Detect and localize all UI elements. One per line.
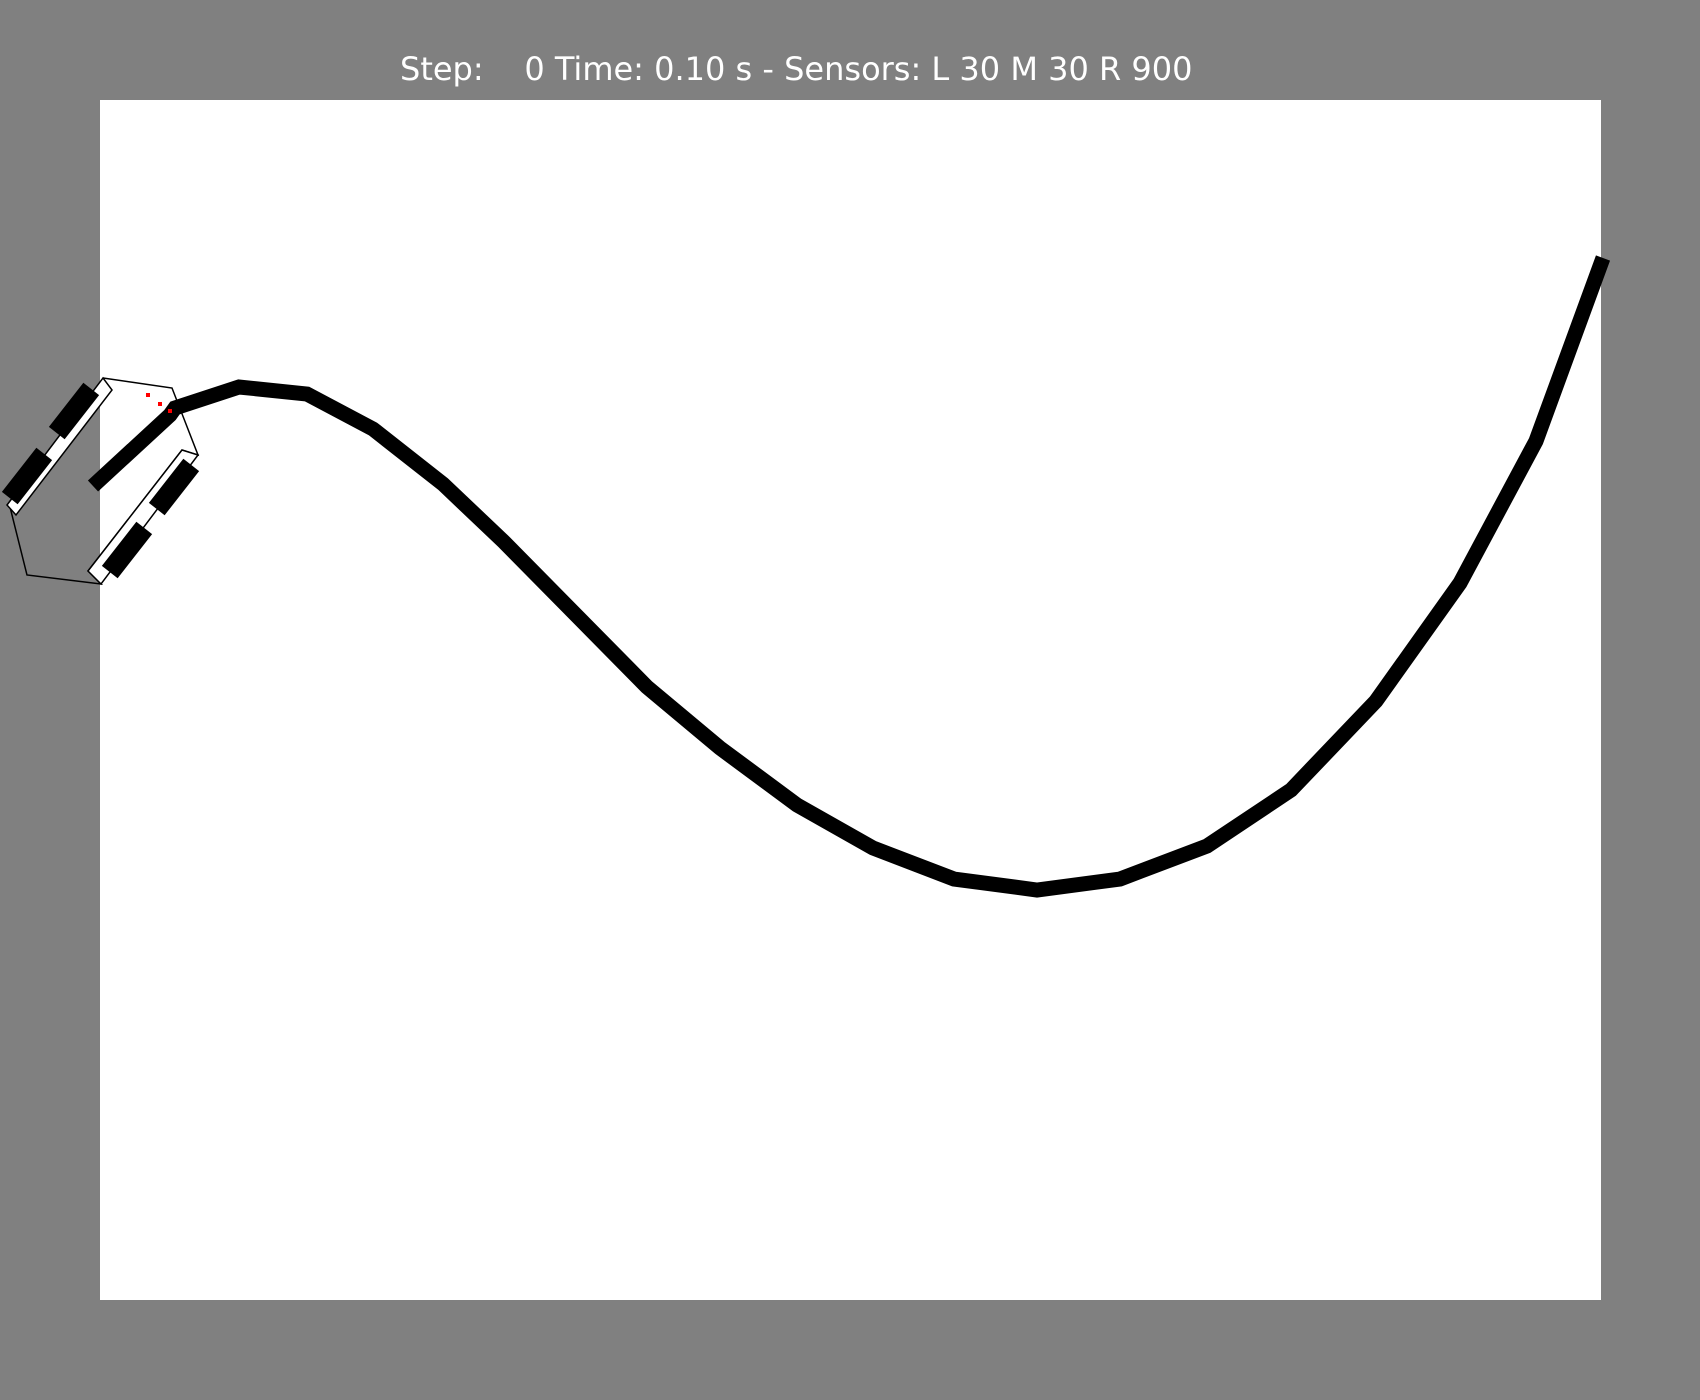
simulation-canvas	[1, 100, 1611, 1300]
sensor-right	[168, 409, 172, 413]
sensor-left	[146, 393, 150, 397]
sensor-middle	[158, 402, 162, 406]
simulation-window: Step: 0 Time: 0.10 s - Sensors: L 30 M 3…	[0, 0, 1700, 1400]
